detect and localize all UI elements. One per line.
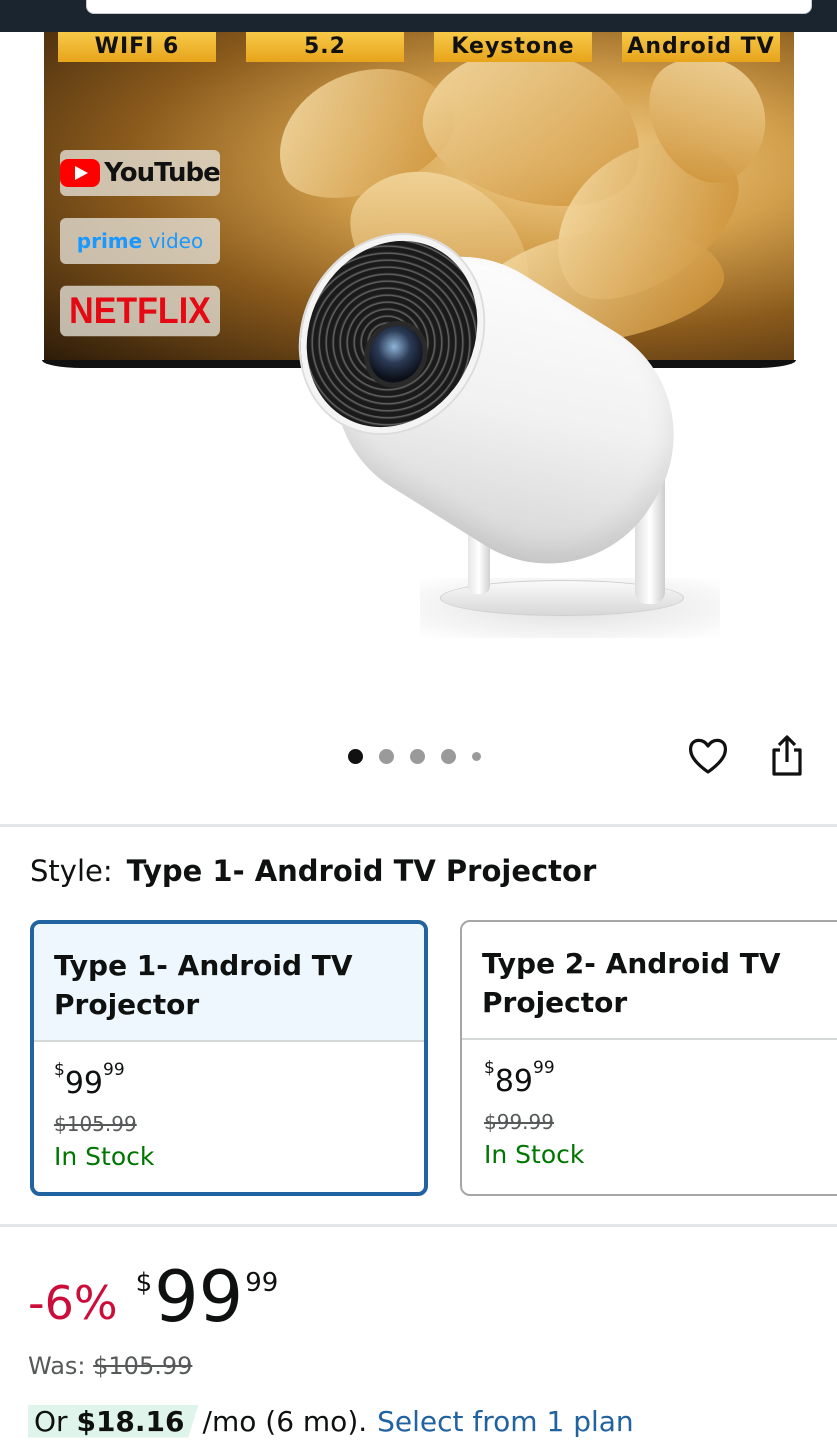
- add-to-wishlist-button[interactable]: [686, 734, 730, 778]
- product-image[interactable]: WIFI 6 5.2 Keystone Android TV YouTube p…: [0, 32, 837, 722]
- style-option-type-2[interactable]: Type 2- Android TV Projector $8999 $99.9…: [460, 920, 837, 1196]
- option-was-price: $105.99: [54, 1112, 137, 1136]
- current-price: $99 99: [135, 1256, 279, 1338]
- carousel-dot-5[interactable]: [472, 751, 481, 761]
- heart-outline-icon: [688, 738, 728, 774]
- search-bar[interactable]: [86, 0, 812, 14]
- option-price: $9999: [54, 1060, 125, 1102]
- share-icon: [772, 735, 802, 776]
- youtube-logo: YouTube: [60, 150, 221, 196]
- projector-image: [266, 202, 720, 638]
- feature-tag-bluetooth: 5.2: [246, 32, 404, 62]
- top-bar: [0, 0, 837, 32]
- option-price: $8999: [484, 1058, 555, 1100]
- carousel-dot-3[interactable]: [410, 748, 425, 764]
- share-button[interactable]: [766, 734, 808, 778]
- youtube-play-icon: [60, 159, 101, 187]
- style-option-type-1[interactable]: Type 1- Android TV Projector $9999 $105.…: [30, 920, 428, 1196]
- carousel-dot-1[interactable]: [348, 748, 363, 764]
- price-block: -6% $99 99: [28, 1262, 278, 1342]
- feature-tag-wifi: WIFI 6: [58, 32, 216, 62]
- option-stock-status: In Stock: [484, 1140, 585, 1169]
- carousel-dot-4[interactable]: [441, 748, 456, 764]
- netflix-logo: NETFLIX: [60, 285, 220, 337]
- prime-video-logo: prime video: [60, 218, 220, 264]
- image-carousel-indicator[interactable]: [348, 748, 481, 764]
- installment-offer: Or $18.16 /mo (6 mo). Select from 1 plan: [28, 1402, 634, 1440]
- option-stock-status: In Stock: [54, 1142, 155, 1171]
- feature-tag-keystone: Keystone: [434, 32, 592, 62]
- section-divider: [0, 1224, 837, 1227]
- style-selection-label: Style: Type 1- Android TV Projector: [30, 854, 597, 888]
- list-price: Was: $105.99: [28, 1352, 193, 1380]
- projector-lens: [352, 309, 440, 399]
- carousel-dot-2[interactable]: [379, 748, 394, 764]
- option-was-price: $99.99: [484, 1110, 554, 1134]
- option-title: Type 2- Android TV Projector: [462, 922, 837, 1040]
- feature-tag-android-tv: Android TV: [622, 32, 780, 62]
- discount-percentage: -6%: [28, 1276, 118, 1330]
- selected-style-value: Type 1- Android TV Projector: [126, 854, 597, 888]
- section-divider: [0, 824, 837, 827]
- installment-highlight: Or $18.16: [28, 1404, 199, 1438]
- select-plan-link[interactable]: Select from 1 plan: [377, 1405, 634, 1438]
- option-title: Type 1- Android TV Projector: [34, 924, 424, 1042]
